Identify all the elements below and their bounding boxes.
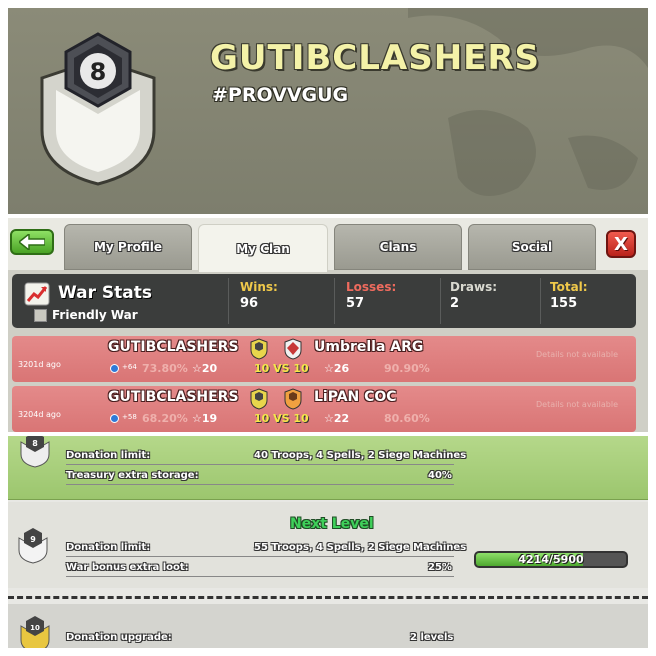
clan-perks-panel: 8 Donation limit: 40 Troops, 4 Spells, 2… — [8, 436, 648, 648]
war-time-ago: 3204d ago — [18, 410, 61, 419]
war-stats-title: War Stats — [58, 283, 153, 303]
arrow-left-icon — [19, 234, 45, 250]
next-level-heading: Next Level — [290, 516, 374, 532]
home-stars-value: 20 — [201, 362, 218, 375]
home-clan-badge-icon — [250, 388, 268, 410]
row-underline — [66, 464, 454, 465]
clan-level-text: 8 — [90, 58, 107, 86]
clan-header-panel: 8 GUTIBCLASHERS #PROVVGUG — [8, 8, 648, 214]
progress-text: 4214/5900 — [518, 553, 584, 566]
war-xp: +64 — [122, 363, 137, 371]
details-not-available: Details not available — [536, 350, 619, 359]
clan-tag: #PROVVGUG — [212, 84, 349, 106]
friendly-war-label: Friendly War — [52, 308, 138, 322]
wins-label: Wins: — [240, 280, 278, 294]
wins-stat: Wins: 96 — [240, 280, 278, 311]
away-clan-badge-icon — [284, 338, 302, 360]
star-icon: ☆ — [324, 412, 334, 425]
level-badge-icon: 10 — [20, 616, 50, 648]
divider — [334, 278, 335, 324]
xp-icon — [110, 364, 119, 373]
home-stars-value: 19 — [201, 412, 218, 425]
star-icon: ☆ — [192, 412, 202, 425]
treasury-label: Treasury extra storage: — [66, 470, 199, 481]
star-icon: ☆ — [324, 362, 334, 375]
draws-stat: Draws: 2 — [450, 280, 497, 311]
total-stat: Total: 155 — [550, 280, 588, 311]
war-size: 10 VS 10 — [254, 412, 309, 425]
home-destruction: 68.20% — [142, 412, 188, 425]
level-badge-text: 8 — [32, 439, 38, 448]
star-icon: ☆ — [192, 362, 202, 375]
tab-my-clan[interactable]: My Clan — [198, 224, 328, 272]
away-clan-name: LiPAN COC — [314, 389, 397, 405]
war-stats-bar: War Stats Friendly War Wins: 96 Losses: … — [12, 274, 636, 328]
war-log-row[interactable]: 3204d ago GUTIBCLASHERS LiPAN COC +58 68… — [12, 386, 636, 432]
row-underline — [66, 556, 454, 557]
home-clan-badge-icon — [250, 338, 268, 360]
divider — [440, 278, 441, 324]
donation-upgrade-value: 2 levels — [410, 632, 454, 643]
friendly-war-checkbox[interactable] — [34, 309, 47, 322]
donation-limit-label: Donation limit: — [66, 542, 151, 553]
away-stars: ☆22 — [324, 412, 349, 425]
dashed-divider — [8, 596, 648, 599]
draws-label: Draws: — [450, 280, 498, 294]
back-button[interactable] — [10, 229, 54, 255]
divider — [228, 278, 229, 324]
donation-limit-value: 40 Troops, 4 Spells, 2 Siege Machines — [254, 450, 467, 461]
xp-icon — [110, 414, 119, 423]
war-xp: +58 — [122, 413, 137, 421]
current-level-perks: 8 Donation limit: 40 Troops, 4 Spells, 2… — [8, 436, 648, 500]
donation-limit-value: 55 Troops, 4 Spells, 2 Siege Machines — [254, 542, 467, 553]
divider — [540, 278, 541, 324]
level-badge-icon: 9 — [18, 528, 48, 564]
war-log-row[interactable]: 3201d ago GUTIBCLASHERS Umbrella ARG +64… — [12, 336, 636, 382]
war-bonus-value: 25% — [428, 562, 452, 573]
away-destruction: 90.90% — [384, 362, 430, 375]
details-not-available: Details not available — [536, 400, 619, 409]
row-underline — [66, 484, 454, 485]
war-size: 10 VS 10 — [254, 362, 309, 375]
away-stars-value: 26 — [333, 362, 350, 375]
war-log-panel: My Profile My Clan Clans Social X War St… — [8, 218, 648, 432]
tab-clans[interactable]: Clans — [334, 224, 462, 270]
losses-value: 57 — [346, 296, 365, 311]
home-stars: ☆19 — [192, 412, 217, 425]
chart-icon — [24, 282, 50, 306]
treasury-value: 40% — [428, 470, 452, 481]
away-stars-value: 22 — [333, 412, 350, 425]
close-button[interactable]: X — [606, 230, 636, 258]
level-badge-text: 9 — [30, 535, 36, 544]
away-clan-name: Umbrella ARG — [314, 339, 424, 355]
home-clan-name: GUTIBCLASHERS — [108, 339, 239, 355]
donation-limit-label: Donation limit: — [66, 450, 151, 461]
level-badge-icon: 8 — [20, 436, 50, 468]
tab-my-profile[interactable]: My Profile — [64, 224, 192, 270]
away-destruction: 80.60% — [384, 412, 430, 425]
away-stars: ☆26 — [324, 362, 349, 375]
tab-bar: My Profile My Clan Clans Social X — [8, 218, 648, 272]
home-destruction: 73.80% — [142, 362, 188, 375]
away-clan-badge-icon — [284, 388, 302, 410]
donation-upgrade-label: Donation upgrade: — [66, 632, 172, 643]
level-badge-text: 10 — [30, 624, 40, 632]
war-time-ago: 3201d ago — [18, 360, 61, 369]
draws-value: 2 — [450, 296, 460, 311]
losses-label: Losses: — [346, 280, 397, 294]
row-underline — [66, 576, 454, 577]
total-label: Total: — [550, 280, 588, 294]
clan-xp-progress-bar: 4214/5900 — [474, 551, 628, 568]
total-value: 155 — [550, 296, 578, 311]
clan-name: GUTIBCLASHERS — [210, 38, 541, 78]
tab-social[interactable]: Social — [468, 224, 596, 270]
war-bonus-label: War bonus extra loot: — [66, 562, 189, 573]
clan-badge-icon: 8 — [40, 32, 156, 186]
home-clan-name: GUTIBCLASHERS — [108, 389, 239, 405]
losses-stat: Losses: 57 — [346, 280, 396, 311]
wins-value: 96 — [240, 296, 259, 311]
home-stars: ☆20 — [192, 362, 217, 375]
